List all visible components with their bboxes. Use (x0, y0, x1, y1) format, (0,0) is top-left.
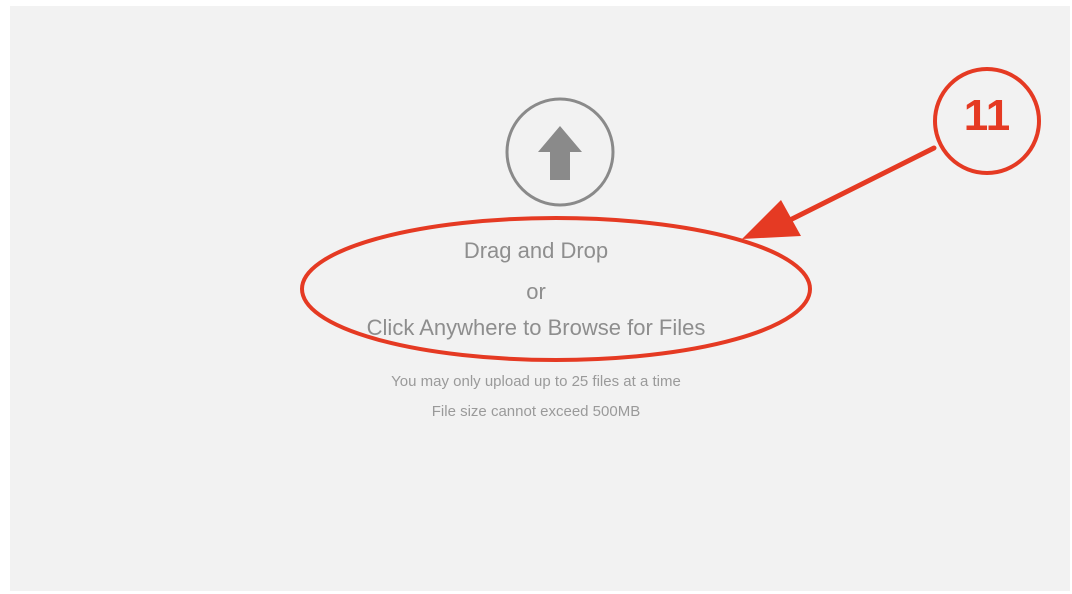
file-size-note: File size cannot exceed 500MB (431, 403, 641, 420)
upload-arrow-icon[interactable] (504, 96, 616, 208)
or-label: or (526, 279, 546, 304)
upload-limit-note: You may only upload up to 25 files at a … (391, 373, 681, 390)
browse-files-label[interactable]: Click Anywhere to Browse for Files (0, 315, 1072, 341)
drag-and-drop-label: Drag and Drop (463, 238, 609, 263)
